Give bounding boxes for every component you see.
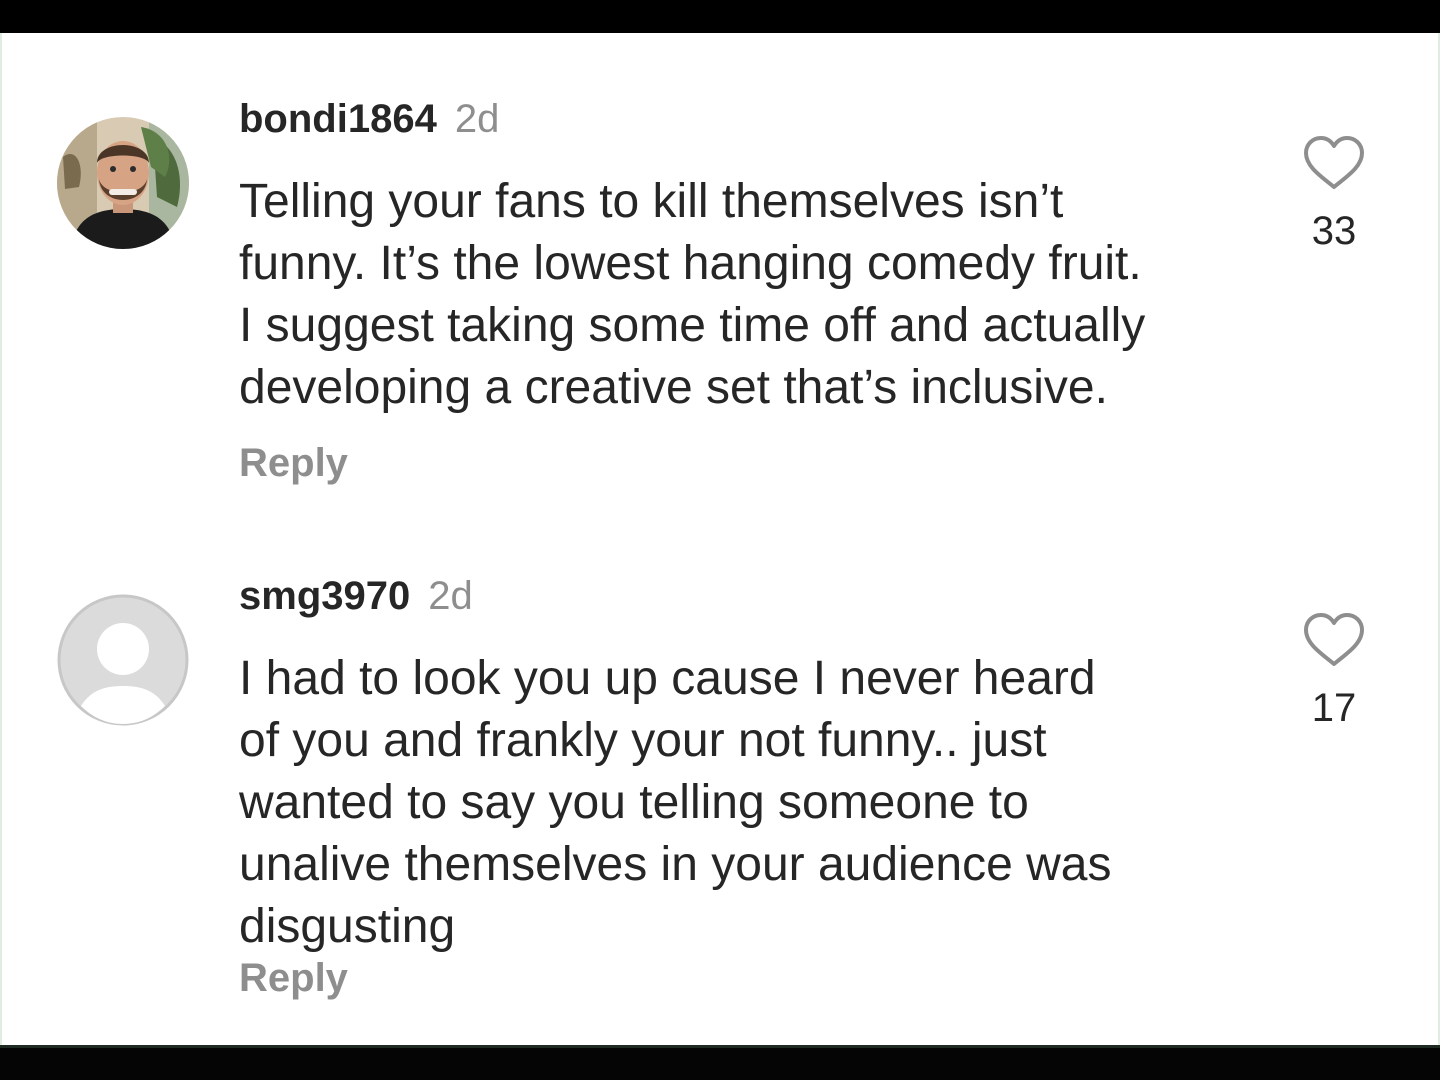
profile-photo [57, 117, 189, 249]
heart-icon[interactable] [1302, 612, 1366, 668]
comment-header: smg3970 2d [239, 576, 473, 616]
heart-icon[interactable] [1302, 135, 1366, 191]
comment-text: I had to look you up cause I never heard… [239, 648, 1279, 958]
like-control: 33 [1298, 135, 1370, 251]
like-count: 17 [1311, 686, 1357, 730]
comment-text-line: developing a creative set that’s inclusi… [239, 361, 1108, 414]
comment-text-line: wanted to say you telling someone to [239, 776, 1029, 829]
comment-text: Telling your fans to kill themselves isn… [239, 171, 1279, 419]
bottom-bar [0, 1045, 1440, 1080]
comments-panel: bondi1864 2d Telling your fans to kill th… [0, 33, 1440, 1045]
comment-header: bondi1864 2d [239, 99, 499, 139]
comment-text-line: Telling your fans to kill themselves isn… [239, 175, 1064, 228]
comment-text-line: I suggest taking some time off and actua… [239, 299, 1146, 352]
like-count: 33 [1311, 209, 1357, 253]
like-control: 17 [1298, 612, 1370, 728]
comment-text-line: I had to look you up cause I never heard [239, 652, 1096, 705]
timestamp: 2d [428, 574, 473, 618]
default-avatar-icon [57, 594, 189, 726]
reply-button[interactable]: Reply [239, 443, 348, 483]
comment-text-line: disgusting [239, 900, 456, 953]
avatar[interactable] [57, 117, 189, 249]
username-link[interactable]: smg3970 [239, 574, 410, 618]
comment-text-line: funny. It’s the lowest hanging comedy fr… [239, 237, 1142, 290]
reply-button[interactable]: Reply [239, 958, 348, 998]
comment-text-line: of you and frankly your not funny.. just [239, 714, 1047, 767]
timestamp: 2d [454, 97, 500, 141]
comment-text-line: unalive themselves in your audience was [239, 838, 1112, 891]
avatar[interactable] [57, 594, 189, 726]
username-link[interactable]: bondi1864 [239, 97, 437, 141]
